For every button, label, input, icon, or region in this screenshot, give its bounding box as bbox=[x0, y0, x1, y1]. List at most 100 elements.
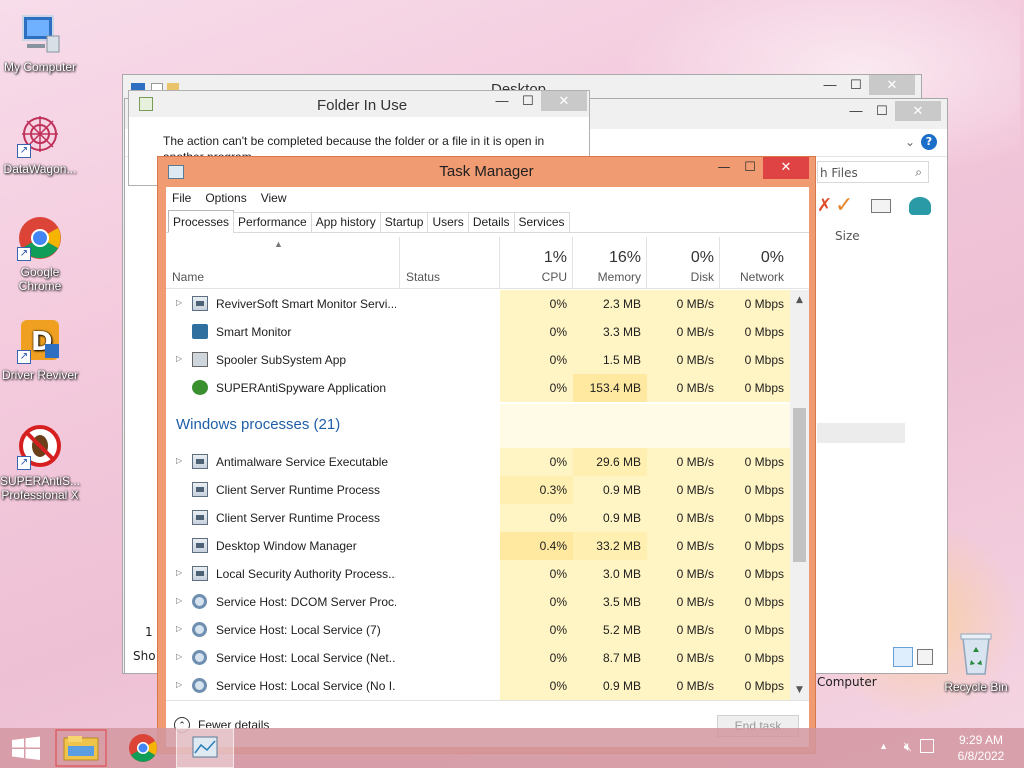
expand-chevron-icon[interactable]: ▷ bbox=[176, 298, 182, 307]
taskbar-file-explorer[interactable] bbox=[54, 728, 108, 768]
memory-value: 153.4 MB bbox=[573, 374, 647, 402]
close-button[interactable]: ✕ bbox=[895, 101, 941, 121]
process-row[interactable]: Desktop Window Manager 0.4% 33.2 MB 0 MB/s 0… bbox=[166, 532, 790, 560]
computer-icon bbox=[17, 10, 63, 56]
tab-services[interactable]: Services bbox=[513, 212, 570, 232]
folder-warning-icon bbox=[139, 97, 153, 111]
view-pane-icon[interactable] bbox=[871, 199, 891, 213]
desktop-icon-my-computer[interactable]: My Computer bbox=[0, 10, 80, 74]
show-hidden-icons-icon[interactable]: ▲ bbox=[879, 741, 888, 751]
search-input[interactable]: h Files bbox=[820, 166, 858, 180]
large-icons-view-icon[interactable] bbox=[917, 649, 933, 665]
tab-startup[interactable]: Startup bbox=[379, 212, 429, 232]
tab-performance[interactable]: Performance bbox=[233, 212, 312, 232]
expand-chevron-icon[interactable]: ▷ bbox=[176, 596, 182, 605]
network-value: 0 Mbps bbox=[720, 290, 790, 318]
column-network[interactable]: 0% Network bbox=[720, 237, 790, 289]
tab-bar: Processes Performance App history Startu… bbox=[166, 209, 809, 233]
process-row[interactable]: ▷ Service Host: DCOM Server Proc... 0% 3.5 … bbox=[166, 588, 790, 616]
column-memory[interactable]: 16% Memory bbox=[573, 237, 647, 289]
process-row[interactable]: Smart Monitor 0% 3.3 MB 0 MB/s 0 Mbps bbox=[166, 318, 790, 346]
expand-chevron-icon[interactable]: ▷ bbox=[176, 624, 182, 633]
close-button[interactable]: ✕ bbox=[763, 157, 809, 179]
process-name: Antimalware Service Executable bbox=[216, 455, 389, 469]
details-view-icon[interactable] bbox=[893, 647, 913, 667]
desktop-icon-superantispyware[interactable]: ↗ SUPERAntiS... Professional X bbox=[0, 424, 80, 502]
network-icon[interactable] bbox=[909, 197, 931, 215]
tab-processes[interactable]: Processes bbox=[168, 210, 235, 233]
network-icon[interactable] bbox=[920, 739, 934, 753]
menu-options[interactable]: Options bbox=[205, 191, 246, 205]
task-manager-window[interactable]: Task Manager — ☐ ✕ File Options View Pro… bbox=[157, 156, 816, 754]
selected-row[interactable] bbox=[817, 423, 905, 443]
cancel-icon[interactable]: ✗ bbox=[817, 195, 832, 216]
cpu-value: 0% bbox=[500, 290, 573, 318]
clock[interactable]: 9:29 AM 6/8/2022 bbox=[946, 732, 1016, 764]
menu-file[interactable]: File bbox=[172, 191, 191, 205]
maximize-button[interactable]: ☐ bbox=[515, 91, 541, 111]
process-row[interactable]: ▷ Service Host: Local Service (7) 0% 5.2 MB… bbox=[166, 616, 790, 644]
expand-chevron-icon[interactable]: ▷ bbox=[176, 568, 182, 577]
expand-chevron-icon[interactable]: ▷ bbox=[176, 456, 182, 465]
process-row[interactable]: ▷ ReviverSoft Smart Monitor Servi... 0% 2.3… bbox=[166, 290, 790, 318]
column-cpu[interactable]: 1% CPU bbox=[500, 237, 573, 289]
process-row[interactable]: ▷ Service Host: Local Service (Net... 0% 8.… bbox=[166, 644, 790, 672]
speaker-muted-icon[interactable]: 🔇︎ bbox=[904, 739, 912, 755]
desktop-icon-datawagon[interactable]: ↗ DataWagon... bbox=[0, 112, 80, 176]
taskbar-chrome[interactable] bbox=[116, 728, 170, 768]
network-value: 0 Mbps bbox=[720, 318, 790, 346]
vertical-scrollbar[interactable]: ▲ ▼ bbox=[790, 290, 809, 700]
minimize-button[interactable]: — bbox=[817, 75, 843, 95]
group-header-windows-processes[interactable]: Windows processes (21) bbox=[166, 404, 790, 448]
process-row[interactable]: Client Server Runtime Process 0% 0.9 MB 0 M… bbox=[166, 504, 790, 532]
desktop-icon-google-chrome[interactable]: ↗ Google Chrome bbox=[0, 215, 80, 293]
process-row[interactable]: Client Server Runtime Process 0.3% 0.9 MB 0… bbox=[166, 476, 790, 504]
memory-value: 33.2 MB bbox=[573, 532, 647, 560]
scroll-up-icon[interactable]: ▲ bbox=[790, 292, 809, 308]
desktop-icon-recycle-bin[interactable]: Recycle Bin bbox=[936, 630, 1016, 694]
gear-icon bbox=[192, 678, 207, 693]
close-button[interactable]: ✕ bbox=[869, 75, 915, 95]
cpu-value: 0.3% bbox=[500, 476, 573, 504]
process-name: Client Server Runtime Process bbox=[216, 483, 381, 497]
process-row[interactable]: ▷ Spooler SubSystem App 0% 1.5 MB 0 MB/s 0 Mb… bbox=[166, 346, 790, 374]
start-button[interactable] bbox=[0, 728, 54, 768]
desktop-icon-driver-reviver[interactable]: D ↗ Driver Reviver bbox=[0, 318, 80, 382]
generic-icon bbox=[192, 296, 208, 311]
tab-users[interactable]: Users bbox=[427, 212, 469, 232]
tab-details[interactable]: Details bbox=[467, 212, 515, 232]
minimize-button[interactable]: — bbox=[711, 157, 737, 179]
checkmark-icon[interactable]: ✓ bbox=[835, 193, 853, 218]
column-size[interactable]: Size bbox=[835, 229, 860, 243]
maximize-button[interactable]: ☐ bbox=[737, 157, 763, 179]
column-disk[interactable]: 0% Disk bbox=[647, 237, 720, 289]
help-icon[interactable]: ? bbox=[921, 134, 937, 150]
superantispyware-icon: ↗ bbox=[17, 424, 63, 470]
search-icon[interactable]: ⌕ bbox=[915, 165, 922, 180]
process-row[interactable]: ▷ Antimalware Service Executable 0% 29.6 MB… bbox=[166, 448, 790, 476]
expand-chevron-icon[interactable]: ▷ bbox=[176, 652, 182, 661]
maximize-button[interactable]: ☐ bbox=[843, 75, 869, 95]
menu-view[interactable]: View bbox=[261, 191, 287, 205]
column-name[interactable]: Name bbox=[166, 237, 396, 289]
network-value: 0 Mbps bbox=[720, 448, 790, 476]
scroll-down-icon[interactable]: ▼ bbox=[790, 682, 809, 698]
shortcut-arrow-icon: ↗ bbox=[17, 247, 31, 261]
chevron-down-icon[interactable]: ⌄ bbox=[905, 135, 915, 149]
process-row[interactable]: ▷ Service Host: Local Service (No I... 0% 0… bbox=[166, 672, 790, 700]
expand-chevron-icon[interactable]: ▷ bbox=[176, 354, 182, 363]
minimize-button[interactable]: — bbox=[489, 91, 515, 111]
scroll-thumb[interactable] bbox=[793, 408, 806, 562]
process-row[interactable]: SUPERAntiSpyware Application 0% 153.4 MB 0 … bbox=[166, 374, 790, 402]
expand-chevron-icon[interactable]: ▷ bbox=[176, 680, 182, 689]
group-fill bbox=[573, 404, 647, 448]
disk-value: 0 MB/s bbox=[647, 588, 720, 616]
minimize-button[interactable]: — bbox=[843, 101, 869, 121]
tab-app-history[interactable]: App history bbox=[310, 212, 381, 232]
maximize-button[interactable]: ☐ bbox=[869, 101, 895, 121]
process-row[interactable]: ▷ Local Security Authority Process... 0% 3.… bbox=[166, 560, 790, 588]
column-status[interactable]: Status bbox=[400, 237, 500, 289]
taskbar-task-manager[interactable] bbox=[176, 728, 234, 768]
process-name: Service Host: Local Service (7) bbox=[216, 623, 381, 637]
close-button[interactable]: ✕ bbox=[541, 91, 587, 111]
